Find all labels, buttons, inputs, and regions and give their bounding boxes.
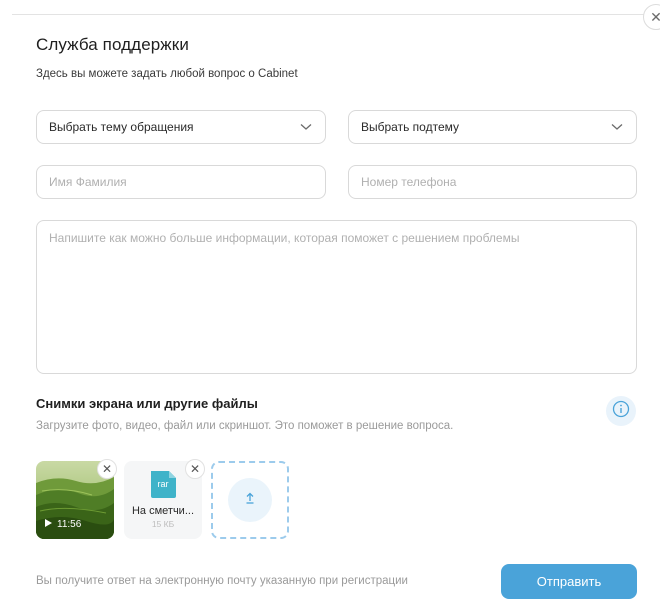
- topic-select-value: Выбрать тему обращения: [49, 120, 194, 134]
- info-button[interactable]: [606, 396, 636, 426]
- name-input[interactable]: [49, 175, 313, 189]
- message-field[interactable]: [36, 220, 637, 374]
- video-duration: 11:56: [44, 518, 81, 531]
- file-extension: rar: [157, 479, 169, 489]
- chevron-down-icon: [299, 120, 313, 134]
- footer-note: Вы получите ответ на электронную почту у…: [36, 575, 408, 587]
- subtopic-select-value: Выбрать подтему: [361, 120, 459, 134]
- topic-select[interactable]: Выбрать тему обращения: [36, 110, 326, 144]
- file-size: 15 КБ: [151, 519, 175, 529]
- upload-button[interactable]: [228, 478, 272, 522]
- upload-arrow-icon: [244, 491, 256, 509]
- dialog-top-border: [12, 14, 652, 15]
- dialog-title: Служба поддержки: [36, 35, 189, 54]
- rar-file-icon: rar: [148, 469, 178, 499]
- phone-input[interactable]: [361, 175, 624, 189]
- close-button[interactable]: ✕: [643, 4, 660, 30]
- attachments-hint: Загрузите фото, видео, файл или скриншот…: [36, 420, 454, 432]
- remove-video-button[interactable]: ✕: [97, 459, 117, 479]
- video-duration-text: 11:56: [57, 519, 82, 530]
- close-icon: ✕: [189, 462, 201, 476]
- close-icon: ✕: [650, 9, 660, 25]
- info-icon: [612, 400, 630, 423]
- attachments-title: Снимки экрана или другие файлы: [36, 396, 258, 411]
- message-textarea[interactable]: [49, 231, 624, 363]
- chevron-down-icon: [610, 120, 624, 134]
- play-icon: [44, 518, 53, 531]
- submit-button[interactable]: Отправить: [501, 564, 637, 599]
- name-field[interactable]: [36, 165, 326, 199]
- close-icon: ✕: [101, 462, 113, 476]
- phone-field[interactable]: [348, 165, 637, 199]
- file-name: На сметчи...: [131, 505, 194, 517]
- subtopic-select[interactable]: Выбрать подтему: [348, 110, 637, 144]
- upload-dropzone[interactable]: [211, 461, 289, 539]
- remove-file-button[interactable]: ✕: [185, 459, 205, 479]
- dialog-subtitle: Здесь вы можете задать любой вопрос о Ca…: [36, 68, 298, 80]
